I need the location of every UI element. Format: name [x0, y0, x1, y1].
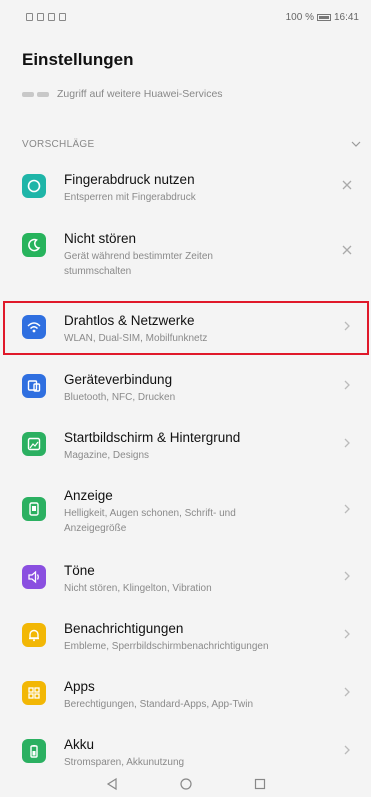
item-subtitle-line1: Helligkeit, Augen schonen, Schrift- und [64, 508, 236, 519]
battery-icon [22, 739, 46, 763]
item-title: Apps [64, 679, 95, 694]
sim-icon [26, 13, 33, 21]
item-subtitle: Berechtigungen, Standard-Apps, App-Twin [64, 699, 254, 710]
settings-item-notifications[interactable]: Benachrichtigungen Embleme, Sperrbildsch… [0, 620, 371, 654]
avatar [22, 91, 49, 97]
status-icons-left [26, 13, 66, 21]
suggestions-header[interactable]: VORSCHLÄGE [22, 136, 362, 152]
status-bar: 100 % 16:41 [0, 0, 371, 34]
item-subtitle: Entsperren mit Fingerabdruck [64, 192, 196, 203]
settings-item-battery[interactable]: Akku Stromsparen, Akkunutzung [0, 736, 371, 768]
apps-icon [22, 681, 46, 705]
recents-icon[interactable] [253, 777, 267, 791]
bell-icon [22, 623, 46, 647]
item-subtitle: Magazine, Designs [64, 450, 150, 461]
account-row[interactable]: Zugriff auf weitere Huawei-Services [22, 84, 352, 104]
chevron-right-icon [337, 437, 357, 449]
battery-status-icon [316, 13, 331, 21]
page-title: Einstellungen [22, 50, 134, 69]
chevron-right-icon [337, 744, 357, 756]
chevron-right-icon [337, 379, 357, 391]
suggestion-do-not-disturb[interactable]: Nicht stören Gerät während bestimmter Ze… [0, 230, 371, 279]
settings-item-homescreen[interactable]: Startbildschirm & Hintergrund Magazine, … [0, 429, 371, 463]
speaker-icon [22, 565, 46, 589]
chevron-right-icon [337, 628, 357, 640]
highlight-box [3, 301, 369, 355]
display-icon [22, 497, 46, 521]
item-subtitle: Embleme, Sperrbildschirmbenachrichtigung… [64, 641, 269, 652]
close-icon [342, 180, 352, 190]
settings-item-apps[interactable]: Apps Berechtigungen, Standard-Apps, App-… [0, 678, 371, 712]
navigation-bar [0, 770, 371, 797]
bluetooth-icon [59, 13, 66, 21]
image-icon [48, 13, 55, 21]
item-subtitle: Bluetooth, NFC, Drucken [64, 392, 176, 403]
home-icon[interactable] [179, 777, 193, 791]
settings-item-sounds[interactable]: Töne Nicht stören, Klingelton, Vibration [0, 562, 371, 596]
item-title: Geräteverbindung [64, 372, 173, 387]
item-title: Akku [64, 737, 95, 752]
moon-icon [22, 233, 46, 257]
item-subtitle: Gerät während bestimmter Zeiten stummsch… [64, 249, 337, 279]
battery-percent: 100 % [285, 11, 314, 23]
device-connection-icon [22, 374, 46, 398]
chevron-right-icon [337, 570, 357, 582]
item-subtitle-line2: Anzeigegröße [64, 523, 127, 534]
chevron-down-icon[interactable] [350, 138, 362, 150]
close-icon [342, 245, 352, 255]
item-title: Fingerabdruck nutzen [64, 172, 195, 187]
clock: 16:41 [333, 11, 359, 23]
item-title: Startbildschirm & Hintergrund [64, 430, 241, 445]
status-icons-right: 100 % 16:41 [286, 12, 359, 23]
item-title: Anzeige [64, 488, 113, 503]
fingerprint-icon [22, 174, 46, 198]
dismiss-button[interactable] [337, 244, 357, 256]
item-subtitle: Stromsparen, Akkunutzung [64, 757, 185, 768]
item-subtitle: Helligkeit, Augen schonen, Schrift- und … [64, 506, 337, 536]
item-title: Benachrichtigungen [64, 621, 184, 636]
item-title: Töne [64, 563, 95, 578]
item-subtitle-line2: stummschalten [64, 266, 132, 277]
settings-item-device-connection[interactable]: Geräteverbindung Bluetooth, NFC, Drucken [0, 371, 371, 405]
item-title: Nicht stören [64, 231, 137, 246]
item-subtitle-line1: Gerät während bestimmter Zeiten [64, 251, 213, 262]
notification-icon [37, 13, 44, 21]
settings-item-display[interactable]: Anzeige Helligkeit, Augen schonen, Schri… [0, 487, 371, 536]
dismiss-button[interactable] [337, 179, 357, 191]
chevron-right-icon [337, 686, 357, 698]
suggestions-label: VORSCHLÄGE [22, 138, 95, 150]
suggestion-fingerprint[interactable]: Fingerabdruck nutzen Entsperren mit Fing… [0, 171, 371, 205]
account-text: Zugriff auf weitere Huawei-Services [57, 88, 223, 100]
wallpaper-icon [22, 432, 46, 456]
item-subtitle: Nicht stören, Klingelton, Vibration [64, 583, 212, 594]
back-icon[interactable] [105, 777, 119, 791]
chevron-right-icon [337, 503, 357, 515]
